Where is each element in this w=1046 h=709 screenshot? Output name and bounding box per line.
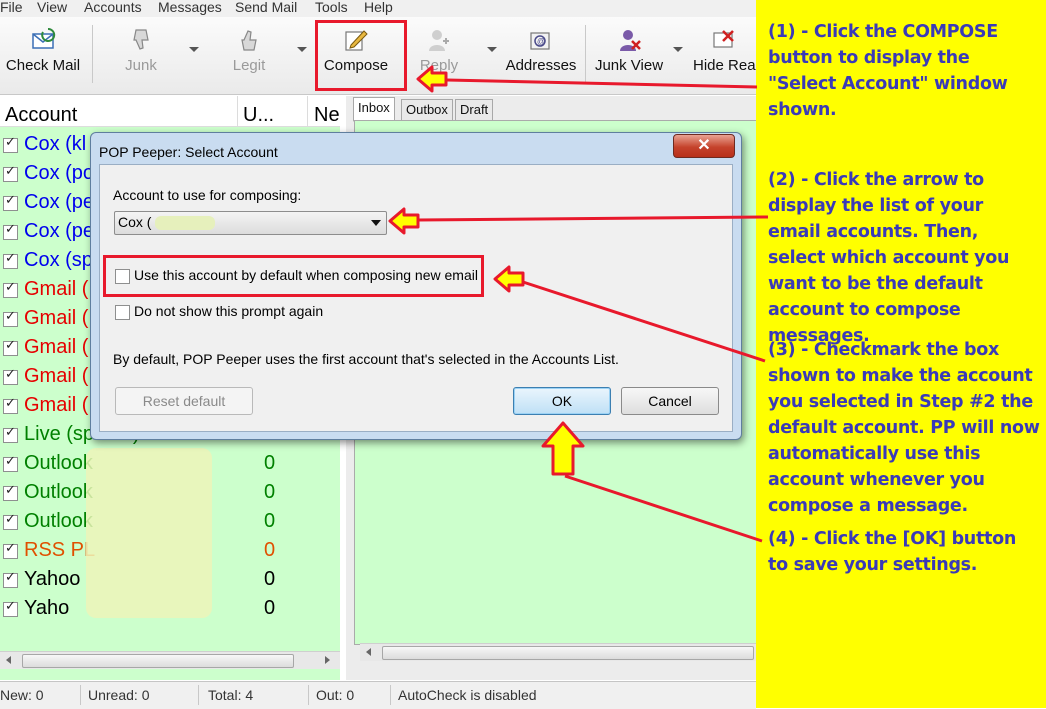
step4-line	[564, 474, 763, 543]
step2-line	[417, 215, 769, 222]
step4-arrow-icon	[541, 421, 585, 476]
step3-line	[522, 280, 766, 363]
annotation-arrows	[388, 65, 769, 543]
step1-arrow-icon	[416, 65, 448, 93]
step1-line	[446, 78, 758, 89]
step3-arrow-icon	[493, 265, 525, 293]
step2-arrow-icon	[388, 207, 420, 235]
